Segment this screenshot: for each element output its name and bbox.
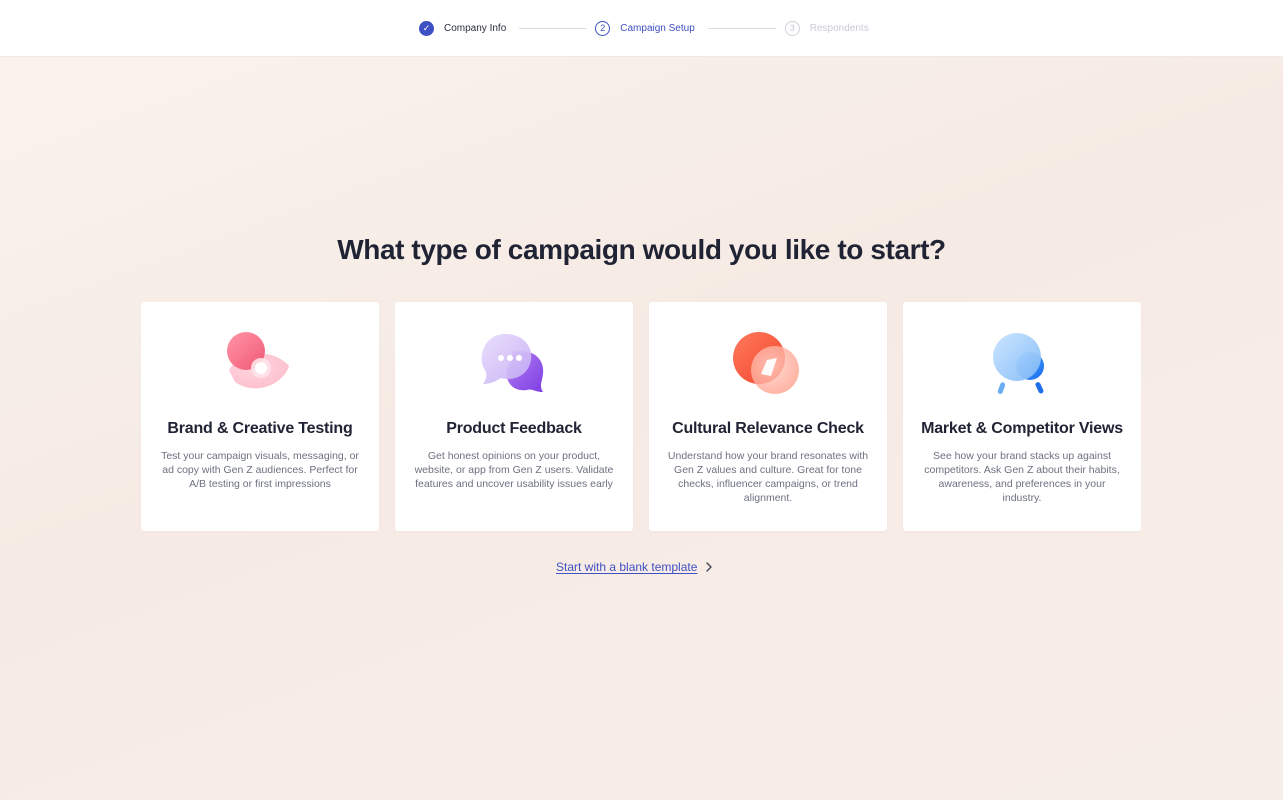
top-bar: ✓ Company Info 2 Campaign Setup 3 Respon… — [0, 0, 1283, 57]
chevron-right-icon — [706, 562, 713, 572]
blank-template-link-text[interactable]: Start with a blank template — [556, 560, 697, 574]
step-number: 3 — [784, 20, 800, 36]
step-connector — [519, 27, 587, 29]
blank-template-link[interactable]: Start with a blank template — [556, 560, 713, 574]
page-title: What type of campaign would you like to … — [337, 234, 946, 265]
card-brand-creative-testing[interactable]: Brand & Creative Testing Test your campa… — [141, 302, 379, 531]
step-connector — [707, 27, 776, 29]
chat-bubble-icon — [481, 334, 544, 392]
card-market-competitor-views[interactable]: Market & Competitor Views See how your b… — [903, 302, 1141, 531]
step-label: Campaign Setup — [620, 22, 695, 34]
binoculars-icon — [993, 333, 1044, 394]
campaign-type-cards: Brand & Creative Testing Test your campa… — [141, 302, 1142, 531]
step-label: Company Info — [444, 22, 507, 34]
card-cultural-relevance-check[interactable]: Cultural Relevance Check Understand how … — [649, 302, 887, 531]
card-title: Brand & Creative Testing — [167, 420, 353, 437]
card-description: Understand how your brand resonates with… — [667, 450, 869, 504]
compass-icon — [733, 332, 799, 394]
card-title: Cultural Relevance Check — [672, 420, 864, 437]
step-label: Respondents — [809, 22, 869, 34]
eye-icon — [227, 332, 289, 389]
step-number: 2 — [595, 20, 611, 36]
card-title: Product Feedback — [446, 420, 582, 437]
progress-stepper: ✓ Company Info 2 Campaign Setup 3 Respon… — [419, 20, 869, 36]
card-product-feedback[interactable]: Product Feedback Get honest opinions on … — [395, 302, 633, 531]
card-description: Get honest opinions on your product, web… — [414, 450, 614, 490]
step-respondents[interactable]: 3 Respondents — [784, 20, 869, 36]
card-title: Market & Competitor Views — [921, 420, 1123, 437]
step-campaign-setup[interactable]: 2 Campaign Setup — [595, 20, 695, 36]
check-icon: ✓ — [419, 20, 434, 36]
step-company-info[interactable]: ✓ Company Info — [419, 20, 507, 36]
card-description: See how your brand stacks up against com… — [924, 450, 1120, 504]
card-description: Test your campaign visuals, messaging, o… — [161, 450, 359, 490]
